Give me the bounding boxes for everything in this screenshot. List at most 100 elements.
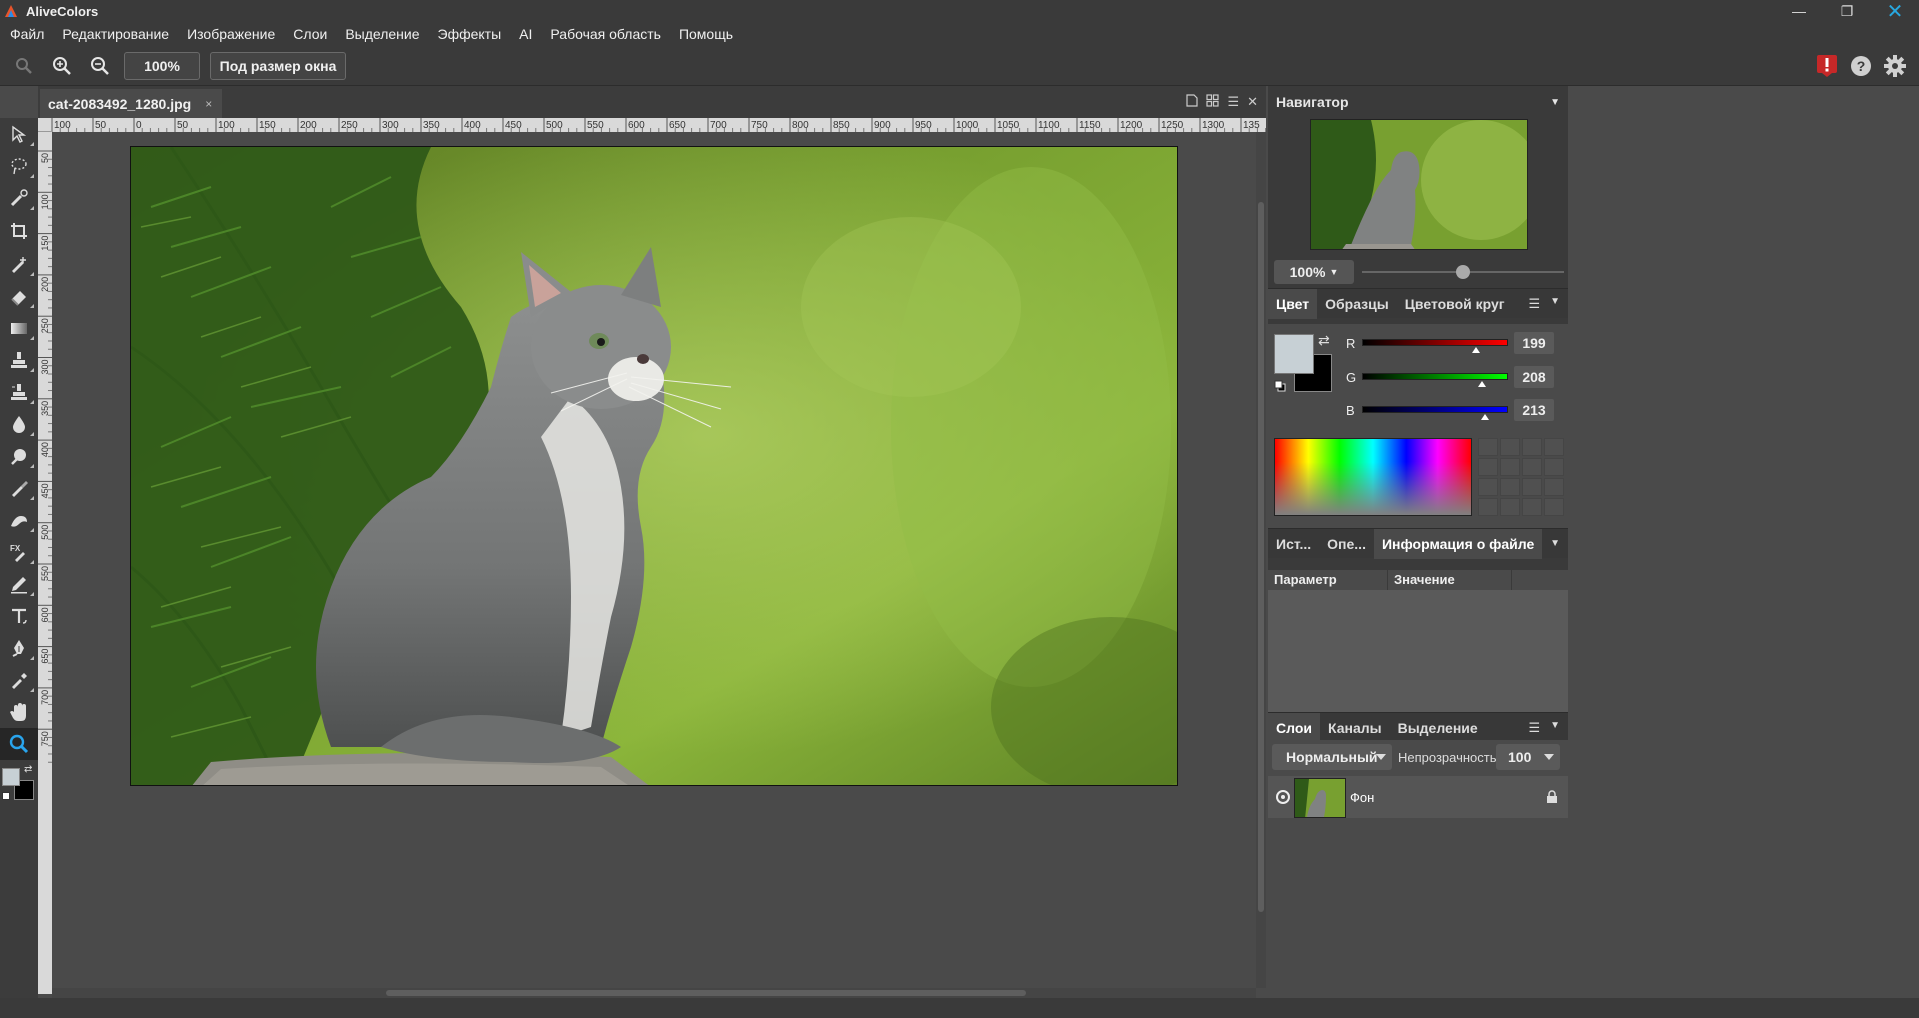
tool-pen[interactable] xyxy=(0,632,38,664)
slider-marker-r[interactable] xyxy=(1471,347,1480,353)
channel-slider-b[interactable] xyxy=(1362,406,1508,413)
tab-menu-icon[interactable]: ☰ xyxy=(1227,94,1239,110)
tab-close-icon[interactable]: × xyxy=(205,97,212,111)
menu-help[interactable]: Помощь xyxy=(673,26,739,42)
restore-icon[interactable]: ❐ xyxy=(1823,0,1871,22)
navigator-thumbnail[interactable] xyxy=(1310,119,1528,250)
alert-icon[interactable] xyxy=(1813,52,1841,80)
layer-row[interactable]: Фон xyxy=(1268,776,1568,818)
channel-label-g: G xyxy=(1346,370,1357,385)
eraser-icon xyxy=(11,291,26,306)
close-icon[interactable]: ✕ xyxy=(1871,0,1919,23)
settings-icon[interactable] xyxy=(1881,52,1909,80)
menu-select[interactable]: Выделение xyxy=(339,26,425,42)
menu-image[interactable]: Изображение xyxy=(181,26,281,42)
tab-history[interactable]: Ист... xyxy=(1268,529,1319,559)
zoom-value-field[interactable]: 100% xyxy=(124,51,200,80)
tool-sponge[interactable] xyxy=(0,440,38,472)
navigator-zoom-select[interactable]: 100% ▼ xyxy=(1274,260,1354,284)
tab-color-wheel[interactable]: Цветовой круг xyxy=(1397,289,1513,319)
menu-layers[interactable]: Слои xyxy=(287,26,333,42)
toolbox-swap-icon[interactable]: ⇄ xyxy=(24,764,32,775)
tool-hand[interactable] xyxy=(0,696,38,728)
ruler-label: 100 xyxy=(40,194,50,209)
zoom-in-icon[interactable] xyxy=(48,52,76,80)
fit-window-button[interactable]: Под размер окна xyxy=(210,51,346,80)
panel-collapse-icon[interactable]: ▼ xyxy=(1550,97,1560,108)
tool-eyedropper[interactable] xyxy=(0,664,38,696)
grid-view-icon[interactable] xyxy=(1206,94,1220,110)
slider-marker-g[interactable] xyxy=(1477,381,1486,387)
panel-menu-icon[interactable]: ☰ xyxy=(1528,720,1540,736)
toolbox-reset-icon[interactable] xyxy=(2,792,10,800)
foreground-color-swatch[interactable] xyxy=(1274,334,1314,374)
menu-edit[interactable]: Редактирование xyxy=(56,26,175,42)
tool-crop[interactable] xyxy=(0,214,38,248)
panel-collapse-icon[interactable]: ▼ xyxy=(1550,296,1560,312)
vertical-scrollbar[interactable] xyxy=(1256,132,1266,988)
ruler-label: 850 xyxy=(833,120,850,131)
slider-row-b: B 213 xyxy=(1346,399,1562,421)
tool-smudge[interactable] xyxy=(0,504,38,536)
channel-value-r[interactable]: 199 xyxy=(1514,332,1554,354)
toolbox: FX ⇄ xyxy=(0,118,38,1018)
tool-clone-stamp[interactable] xyxy=(0,376,38,408)
ruler-top: 100 50 0 50 100 150 200 250 300 350 400 450 500 550 60… xyxy=(52,118,1266,132)
channel-value-g[interactable]: 208 xyxy=(1514,366,1554,388)
vertical-scroll-thumb[interactable] xyxy=(1258,202,1264,912)
tool-text[interactable] xyxy=(0,600,38,632)
menu-file[interactable]: Файл xyxy=(4,26,50,42)
zoom-out-icon[interactable] xyxy=(86,52,114,80)
tool-brush-plus[interactable] xyxy=(0,248,38,280)
color-spectrum[interactable] xyxy=(1274,438,1472,516)
menu-effects[interactable]: Эффекты xyxy=(432,26,508,42)
tool-drop[interactable] xyxy=(0,408,38,440)
tab-selection[interactable]: Выделение xyxy=(1390,713,1486,743)
tab-swatches[interactable]: Образцы xyxy=(1317,289,1397,319)
app-logo-icon xyxy=(0,0,22,22)
menu-workspace[interactable]: Рабочая область xyxy=(544,26,667,42)
tool-pencil[interactable] xyxy=(0,568,38,600)
tool-eraser[interactable] xyxy=(0,280,38,312)
tab-channels[interactable]: Каналы xyxy=(1320,713,1390,743)
tool-gradient[interactable] xyxy=(0,312,38,344)
channel-slider-r[interactable] xyxy=(1362,339,1508,346)
tab-operations[interactable]: Опе... xyxy=(1319,529,1374,559)
slider-marker-b[interactable] xyxy=(1480,414,1489,420)
toolbox-foreground-swatch[interactable] xyxy=(2,768,20,786)
panel-collapse-icon[interactable]: ▼ xyxy=(1550,538,1560,549)
panel-menu-icon[interactable]: ☰ xyxy=(1528,296,1540,312)
tool-lasso[interactable] xyxy=(0,150,38,182)
tool-fx-brush[interactable]: FX xyxy=(0,536,38,568)
document-image[interactable] xyxy=(130,146,1178,786)
horizontal-scroll-thumb[interactable] xyxy=(386,990,1026,996)
panel-collapse-icon[interactable]: ▼ xyxy=(1550,720,1560,736)
help-icon[interactable]: ? xyxy=(1847,52,1875,80)
new-document-icon[interactable] xyxy=(1186,94,1199,110)
document-tab[interactable]: cat-2083492_1280.jpg × xyxy=(40,89,223,118)
swap-colors-icon[interactable]: ⇄ xyxy=(1318,332,1330,349)
close-all-icon[interactable]: ✕ xyxy=(1247,94,1258,110)
visibility-icon[interactable] xyxy=(1276,790,1290,804)
tab-file-info[interactable]: Информация о файле xyxy=(1373,528,1543,559)
tab-color[interactable]: Цвет xyxy=(1268,288,1318,319)
opacity-select[interactable]: 100 xyxy=(1496,744,1560,770)
canvas-area[interactable] xyxy=(52,132,1256,988)
tool-zoom[interactable] xyxy=(0,728,38,760)
menu-ai[interactable]: AI xyxy=(513,26,538,42)
tool-brush[interactable] xyxy=(0,472,38,504)
recent-colors-grid[interactable] xyxy=(1478,438,1564,516)
tool-select-arrow[interactable] xyxy=(0,118,38,150)
horizontal-scrollbar[interactable] xyxy=(52,988,1256,998)
minimize-icon[interactable]: — xyxy=(1775,0,1823,22)
tab-layers[interactable]: Слои xyxy=(1268,712,1320,743)
tool-magic-brush[interactable] xyxy=(0,182,38,214)
lock-icon[interactable] xyxy=(1546,790,1558,807)
reset-colors-icon[interactable] xyxy=(1274,380,1286,395)
channel-value-b[interactable]: 213 xyxy=(1514,399,1554,421)
tool-stamp[interactable] xyxy=(0,344,38,376)
channel-slider-g[interactable] xyxy=(1362,373,1508,380)
blend-mode-select[interactable]: Нормальный xyxy=(1272,744,1392,770)
opacity-label: Непрозрачность xyxy=(1398,750,1497,765)
navigator-zoom-knob[interactable] xyxy=(1456,265,1470,279)
